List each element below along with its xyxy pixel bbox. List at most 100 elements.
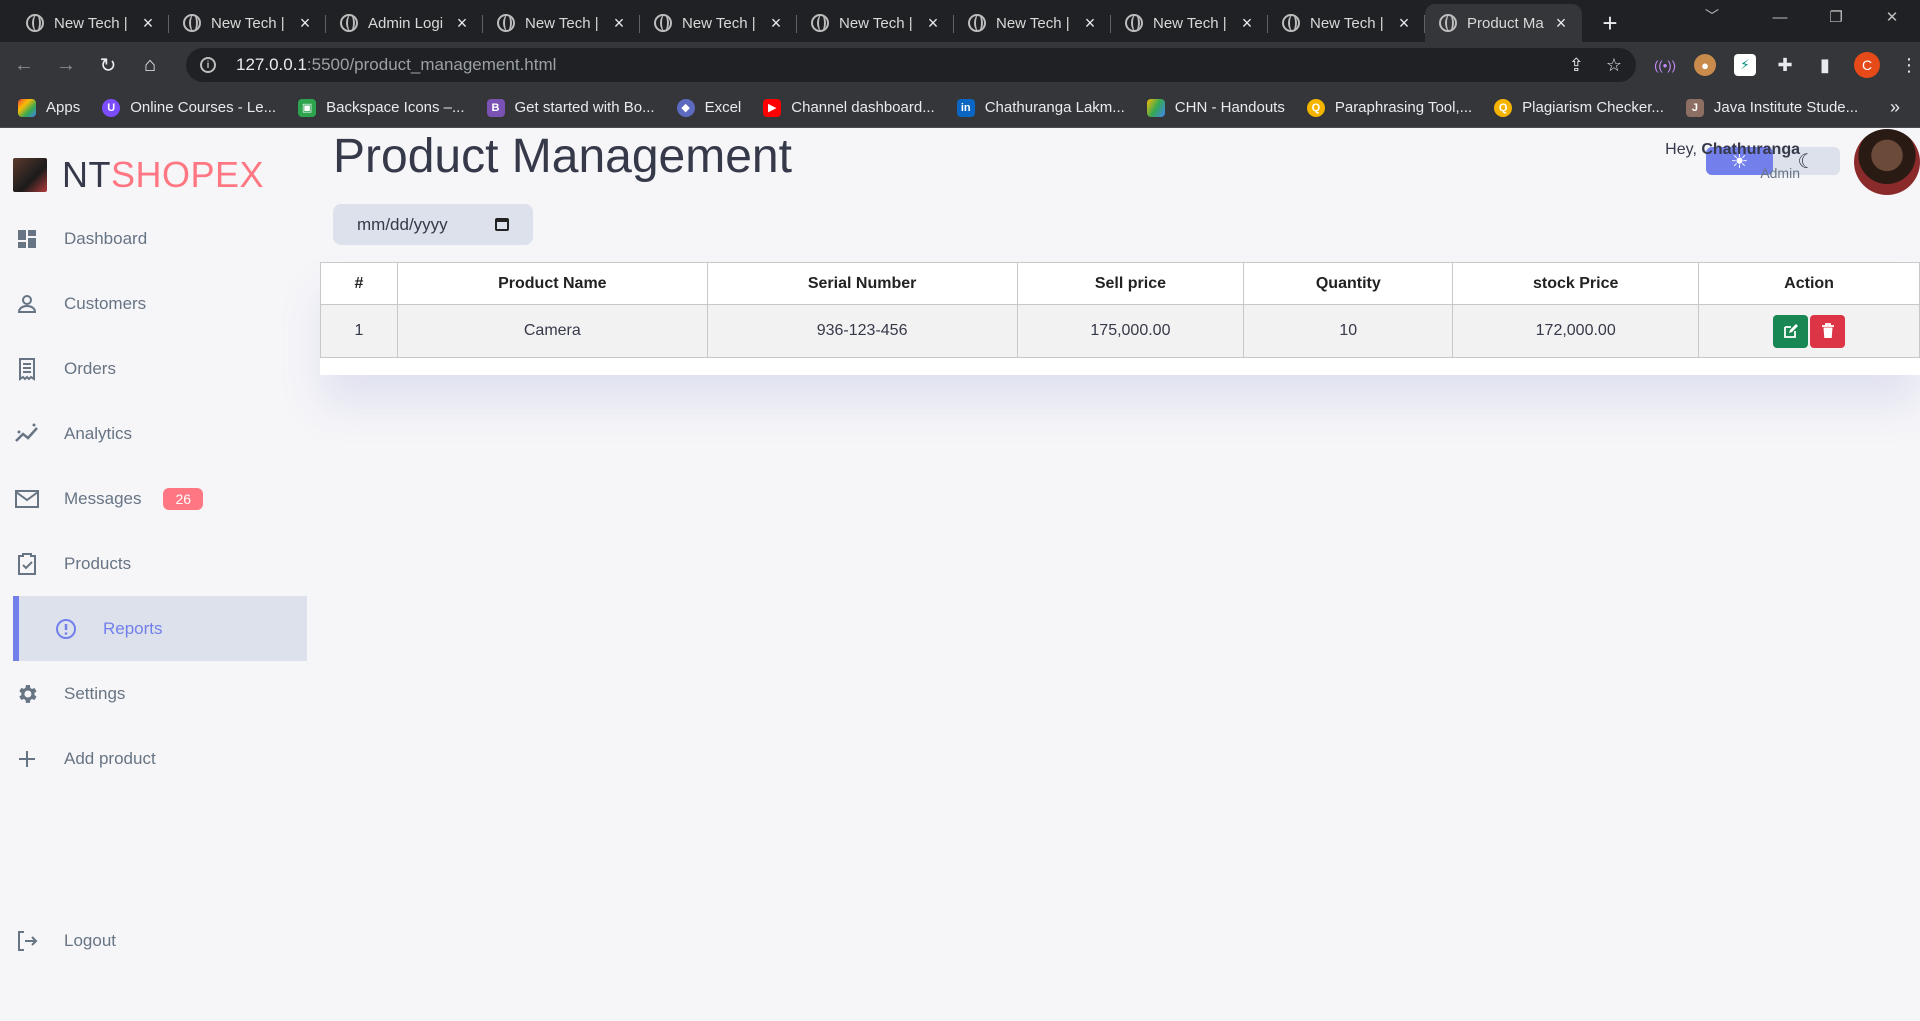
udemy-icon: U	[102, 98, 121, 117]
bookmark-item[interactable]: Q Plagiarism Checker...	[1494, 98, 1664, 117]
calendar-icon[interactable]	[495, 218, 509, 231]
bookmark-apps[interactable]: Apps	[18, 98, 80, 117]
sidebar-item-label: Customers	[64, 293, 147, 313]
sidebar-item-customers[interactable]: Customers	[0, 271, 307, 336]
greeting: Hey, Chathuranga	[1665, 141, 1800, 159]
sidebar-item-orders[interactable]: Orders	[0, 336, 307, 401]
bookmark-item[interactable]: J Java Institute Stude...	[1685, 98, 1858, 117]
bookmark-label: Chathuranga Lakm...	[984, 99, 1125, 116]
logout-label: Logout	[64, 930, 116, 950]
browser-tab[interactable]: New Tech | ×	[1111, 6, 1268, 40]
minimize-icon[interactable]: —	[1752, 0, 1808, 36]
bookmark-item[interactable]: ◆ Excel	[676, 98, 741, 117]
browser-tab[interactable]: New Tech | ×	[483, 6, 640, 40]
browser-tab[interactable]: New Tech | ×	[954, 6, 1111, 40]
browser-tab[interactable]: Admin Logi ×	[326, 6, 483, 40]
globe-icon	[183, 14, 201, 32]
restore-icon[interactable]: ❐	[1808, 0, 1864, 36]
close-icon[interactable]: ×	[1081, 13, 1099, 34]
browser-tab-active[interactable]: Product Ma ×	[1425, 4, 1582, 42]
table-row: 1 Camera 936-123-456 175,000.00 10 172,0…	[320, 304, 1920, 358]
close-icon[interactable]: ×	[139, 13, 157, 34]
close-icon[interactable]: ×	[1238, 13, 1256, 34]
new-tab-button[interactable]: +	[1592, 6, 1628, 40]
sidebar-item-analytics[interactable]: Analytics	[0, 401, 307, 466]
close-icon[interactable]: ×	[767, 13, 785, 34]
bookmark-label: Backspace Icons –...	[326, 99, 465, 116]
column-header: Serial Number	[706, 262, 1018, 305]
logo-image	[13, 158, 47, 192]
report-icon	[53, 616, 79, 642]
bookmark-item[interactable]: in Chathuranga Lakm...	[956, 98, 1125, 117]
cell-stock-price: 172,000.00	[1452, 304, 1700, 358]
globe-icon	[811, 14, 829, 32]
browser-profile-avatar[interactable]: C	[1854, 52, 1880, 78]
share-icon[interactable]: ⇪	[1569, 55, 1584, 76]
tab-search-icon[interactable]: ﹀	[1705, 6, 1719, 26]
home-icon[interactable]: ⌂	[132, 47, 168, 83]
sidebar-menu: Dashboard Customers Orders Analytics Mes…	[0, 206, 307, 791]
column-header: stock Price	[1452, 262, 1700, 305]
bookmark-item[interactable]: Q Paraphrasing Tool,...	[1306, 98, 1472, 117]
close-icon[interactable]: ×	[1552, 13, 1570, 34]
bookmark-item[interactable]: ▣ Backspace Icons –...	[298, 98, 465, 117]
bookmark-item[interactable]: B Get started with Bo...	[486, 98, 655, 117]
sidebar-item-reports[interactable]: Reports	[13, 596, 307, 661]
extension-radio-icon[interactable]: ((•))	[1654, 54, 1676, 76]
bookmark-star-icon[interactable]: ☆	[1606, 55, 1622, 76]
sidebar-item-settings[interactable]: Settings	[0, 661, 307, 726]
sidebar-item-products[interactable]: Products	[0, 531, 307, 596]
logo[interactable]: NTSHOPEX	[13, 154, 264, 196]
close-icon[interactable]: ×	[296, 13, 314, 34]
close-icon[interactable]: ×	[924, 13, 942, 34]
browser-tab[interactable]: New Tech | ×	[1268, 6, 1425, 40]
browser-tab[interactable]: New Tech | ×	[12, 6, 169, 40]
tab-title: New Tech |	[839, 14, 913, 32]
sidebar-item-label: Orders	[64, 358, 116, 378]
delete-button[interactable]	[1810, 314, 1846, 348]
browser-tab[interactable]: New Tech | ×	[640, 6, 797, 40]
edit-button[interactable]	[1773, 314, 1809, 348]
forward-icon[interactable]: →	[48, 47, 84, 83]
column-header: Sell price	[1016, 262, 1245, 305]
browser-tab[interactable]: New Tech | ×	[169, 6, 326, 40]
sidebar-item-label: Analytics	[64, 423, 133, 443]
tab-title: Admin Logi	[368, 14, 444, 32]
puzzle-icon[interactable]: ✚	[1774, 54, 1796, 76]
sidebar-item-dashboard[interactable]: Dashboard	[0, 206, 307, 271]
cell-product-name: Camera	[396, 304, 708, 358]
close-window-icon[interactable]: ✕	[1864, 0, 1920, 36]
close-icon[interactable]: ×	[610, 13, 628, 34]
sidebar-item-add-product[interactable]: Add product	[0, 726, 307, 791]
close-icon[interactable]: ×	[453, 13, 471, 34]
globe-icon	[1439, 14, 1457, 32]
bookmarks-overflow-icon[interactable]: »	[1890, 97, 1900, 118]
page: NTSHOPEX Dashboard Customers Orders Anal…	[0, 129, 1920, 1021]
kebab-menu-icon[interactable]: ⋮	[1898, 54, 1920, 76]
logout-button[interactable]: Logout	[0, 908, 307, 973]
bookmark-item[interactable]: ▶ Channel dashboard...	[763, 98, 935, 117]
globe-icon	[1282, 14, 1300, 32]
sidepanel-icon[interactable]: ▮	[1814, 54, 1836, 76]
close-icon[interactable]: ×	[1395, 13, 1413, 34]
globe-icon	[654, 14, 672, 32]
back-icon[interactable]: ←	[6, 47, 42, 83]
date-input[interactable]: mm/dd/yyyy	[333, 204, 533, 245]
sidebar-item-messages[interactable]: Messages 26	[0, 466, 307, 531]
info-icon[interactable]: i	[200, 57, 216, 73]
bookmark-item[interactable]: CHN - Handouts	[1146, 98, 1285, 117]
globe-icon	[26, 14, 44, 32]
user-name: Chathuranga	[1701, 141, 1800, 158]
bookmark-label: CHN - Handouts	[1174, 99, 1285, 116]
bookmark-item[interactable]: U Online Courses - Le...	[102, 98, 276, 117]
bookmark-label: Get started with Bo...	[514, 99, 655, 116]
extension-icon[interactable]: ⚡	[1734, 54, 1756, 76]
linkedin-icon: in	[956, 98, 975, 117]
address-bar[interactable]: i 127.0.0.1:5500/product_management.html…	[186, 48, 1636, 82]
avatar[interactable]	[1854, 129, 1920, 195]
cookie-icon[interactable]: ●	[1694, 54, 1716, 76]
browser-tab[interactable]: New Tech | ×	[797, 6, 954, 40]
mail-icon	[14, 486, 40, 512]
add-icon	[14, 746, 40, 772]
reload-icon[interactable]: ↻	[90, 47, 126, 83]
